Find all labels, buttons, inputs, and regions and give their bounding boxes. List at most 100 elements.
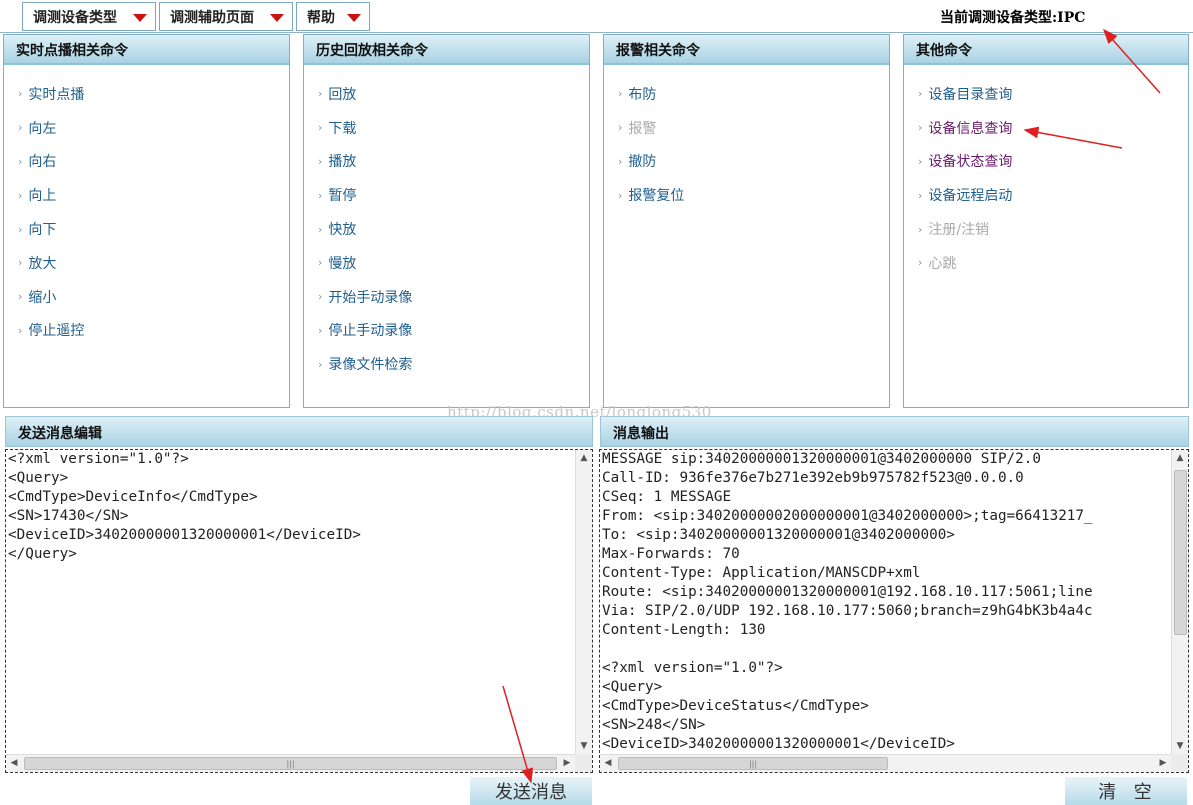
command-item[interactable]: › 停止遥控 — [4, 314, 289, 348]
command-item[interactable]: › 向上 — [4, 178, 289, 212]
command-item[interactable]: › 设备目录查询 — [904, 77, 1188, 111]
chevron-right-icon: › — [18, 154, 23, 168]
message-output-textarea[interactable]: MESSAGE sip:34020000001320000001@3402000… — [599, 449, 1189, 773]
command-item[interactable]: › 快放 — [304, 212, 589, 246]
command-label: 播放 — [328, 154, 357, 171]
top-menu-bar: 调测设备类型 调测辅助页面 帮助 当前调测设备类型:IPC — [0, 0, 1193, 33]
panel-title: 实时点播相关命令 — [4, 35, 289, 65]
command-label: 向下 — [28, 222, 57, 239]
scroll-right-arrow-icon[interactable]: ▶ — [1155, 755, 1171, 772]
command-label: 停止遥控 — [28, 323, 85, 340]
command-item[interactable]: › 慢放 — [304, 246, 589, 280]
command-label: 放大 — [28, 255, 57, 272]
command-list: › 布防 › 报警 › 撤防 › 报警复位 — [604, 65, 889, 212]
chevron-right-icon: › — [618, 121, 623, 135]
command-item[interactable]: › 报警复位 — [604, 178, 889, 212]
command-item[interactable]: › 停止手动录像 — [304, 314, 589, 348]
command-item: › 心跳 — [904, 246, 1188, 280]
chevron-right-icon: › — [318, 154, 323, 168]
command-item[interactable]: › 缩小 — [4, 280, 289, 314]
command-item: › 注册/注销 — [904, 212, 1188, 246]
command-item[interactable]: › 向下 — [4, 212, 289, 246]
command-label: 报警 — [628, 120, 657, 137]
chevron-right-icon: › — [18, 290, 23, 304]
command-item[interactable]: › 放大 — [4, 246, 289, 280]
command-list: › 设备目录查询 › 设备信息查询 › 设备状态查询 › 设备远程启动 › 注册/注销 › 心跳 — [904, 65, 1188, 280]
scroll-thumb[interactable]: ||| — [618, 757, 888, 770]
command-list: › 回放 › 下载 › 播放 › 暂停 › 快放 › 慢放 › 开始手动录像 › 停止手动录像 › 录像文件检索 — [304, 65, 589, 381]
chevron-right-icon: › — [18, 323, 23, 337]
chevron-right-icon: › — [318, 188, 323, 202]
horizontal-scrollbar[interactable]: ◀ ||| ▶ — [600, 754, 1171, 772]
command-label: 设备目录查询 — [928, 86, 1013, 103]
chevron-right-icon: › — [18, 188, 23, 202]
panel-title: 报警相关命令 — [604, 35, 889, 65]
chevron-right-icon: › — [318, 290, 323, 304]
command-label: 报警复位 — [628, 188, 685, 205]
command-label: 设备状态查询 — [928, 154, 1013, 171]
panel-playback: 历史回放相关命令 › 回放 › 下载 › 播放 › 暂停 › 快放 › 慢放 › 开始手动录像 › 停止手动录… — [303, 34, 590, 408]
scroll-up-arrow-icon[interactable]: ▲ — [1172, 450, 1188, 466]
scroll-thumb[interactable] — [1174, 470, 1187, 635]
chevron-right-icon: › — [318, 222, 323, 236]
scroll-left-arrow-icon[interactable]: ◀ — [6, 755, 22, 772]
scroll-up-arrow-icon[interactable]: ▲ — [576, 450, 592, 466]
chevron-right-icon: › — [318, 357, 323, 371]
command-item[interactable]: › 录像文件检索 — [304, 347, 589, 381]
chevron-right-icon: › — [918, 121, 923, 135]
chevron-right-icon: › — [318, 323, 323, 337]
menu-help[interactable]: 帮助 — [296, 2, 370, 31]
chevron-right-icon: › — [18, 222, 23, 236]
caret-down-icon — [133, 14, 147, 22]
menu-device-type[interactable]: 调测设备类型 — [22, 2, 156, 31]
command-label: 停止手动录像 — [328, 323, 413, 340]
vertical-scrollbar[interactable]: ▲ ▼ — [575, 450, 592, 754]
message-output-content: MESSAGE sip:34020000001320000001@3402000… — [602, 451, 1093, 752]
command-item[interactable]: › 向左 — [4, 111, 289, 145]
caret-down-icon — [347, 14, 361, 22]
send-message-textarea[interactable]: <?xml version="1.0"?> <Query> <CmdType>D… — [5, 449, 593, 773]
command-item[interactable]: › 向右 — [4, 145, 289, 179]
command-label: 向右 — [28, 154, 57, 171]
command-item[interactable]: › 暂停 — [304, 178, 589, 212]
command-item[interactable]: › 开始手动录像 — [304, 280, 589, 314]
scroll-left-arrow-icon[interactable]: ◀ — [600, 755, 616, 772]
command-label: 向左 — [28, 120, 57, 137]
command-label: 实时点播 — [28, 86, 85, 103]
scroll-down-arrow-icon[interactable]: ▼ — [1172, 738, 1188, 754]
command-item: › 报警 — [604, 111, 889, 145]
command-label: 向上 — [28, 188, 57, 205]
command-item[interactable]: › 撤防 — [604, 145, 889, 179]
command-item[interactable]: › 实时点播 — [4, 77, 289, 111]
output-title: 消息输出 — [600, 416, 1189, 447]
menu-aux-pages[interactable]: 调测辅助页面 — [159, 2, 293, 31]
command-item[interactable]: › 下载 — [304, 111, 589, 145]
horizontal-scrollbar[interactable]: ◀ ||| ▶ — [6, 754, 575, 772]
command-item[interactable]: › 回放 — [304, 77, 589, 111]
vertical-scrollbar[interactable]: ▲ ▼ — [1171, 450, 1188, 754]
current-device-type: 当前调测设备类型:IPC — [940, 10, 1086, 26]
scroll-thumb[interactable]: ||| — [24, 757, 557, 770]
chevron-right-icon: › — [918, 256, 923, 270]
command-item[interactable]: › 设备远程启动 — [904, 178, 1188, 212]
clear-button[interactable]: 清 空 — [1065, 777, 1187, 805]
command-label: 回放 — [328, 86, 357, 103]
scroll-right-arrow-icon[interactable]: ▶ — [559, 755, 575, 772]
send-editor-title: 发送消息编辑 — [5, 416, 593, 447]
command-label: 暂停 — [328, 188, 357, 205]
command-item[interactable]: › 设备状态查询 — [904, 145, 1188, 179]
chevron-right-icon: › — [318, 256, 323, 270]
command-item[interactable]: › 布防 — [604, 77, 889, 111]
command-label: 开始手动录像 — [328, 289, 413, 306]
send-message-button[interactable]: 发送消息 — [470, 777, 592, 805]
menu-device-type-label: 调测设备类型 — [33, 9, 117, 26]
command-item[interactable]: › 设备信息查询 — [904, 111, 1188, 145]
panel-realtime: 实时点播相关命令 › 实时点播 › 向左 › 向右 › 向上 › 向下 › 放大 › 缩小 › 停止遥控 — [3, 34, 290, 408]
command-item[interactable]: › 播放 — [304, 145, 589, 179]
scroll-down-arrow-icon[interactable]: ▼ — [576, 738, 592, 754]
chevron-right-icon: › — [918, 154, 923, 168]
chevron-right-icon: › — [318, 87, 323, 101]
command-label: 快放 — [328, 222, 357, 239]
command-list: › 实时点播 › 向左 › 向右 › 向上 › 向下 › 放大 › 缩小 › 停止遥控 — [4, 65, 289, 347]
menu-help-label: 帮助 — [307, 9, 335, 26]
